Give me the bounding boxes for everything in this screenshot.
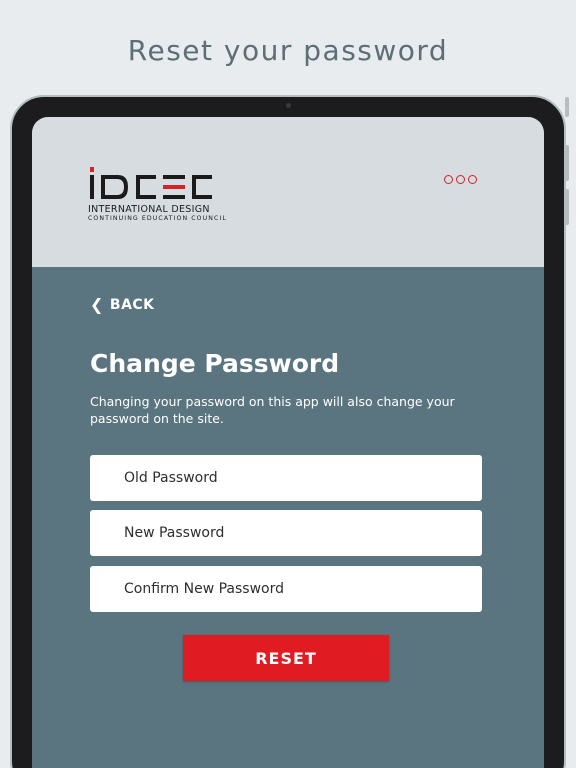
menu-dot bbox=[456, 175, 465, 184]
new-password-field[interactable] bbox=[90, 510, 482, 556]
back-label: BACK bbox=[109, 296, 155, 313]
logo-line-2: CONTINUING EDUCATION COUNCIL bbox=[88, 215, 227, 222]
chevron-left-icon: ❮ bbox=[90, 295, 104, 314]
side-button bbox=[565, 145, 569, 181]
menu-dot bbox=[468, 175, 477, 184]
side-button bbox=[565, 97, 569, 117]
more-dots-icon[interactable] bbox=[444, 175, 477, 184]
menu-dot bbox=[444, 175, 453, 184]
camera-dot bbox=[286, 103, 291, 108]
confirm-password-field[interactable] bbox=[90, 566, 482, 612]
logo-line-1: INTERNATIONAL DESIGN bbox=[88, 204, 210, 215]
page-headline: Reset your password bbox=[127, 34, 449, 67]
app-header: INTERNATIONAL DESIGN CONTINUING EDUCATIO… bbox=[32, 117, 544, 267]
page-title: Change Password bbox=[90, 349, 340, 378]
description-text: Changing your password on this app will … bbox=[90, 394, 455, 426]
app-screen: INTERNATIONAL DESIGN CONTINUING EDUCATIO… bbox=[32, 117, 544, 768]
reset-button[interactable]: RESET bbox=[183, 635, 389, 681]
side-button bbox=[565, 189, 569, 225]
tablet-frame: INTERNATIONAL DESIGN CONTINUING EDUCATIO… bbox=[10, 95, 569, 768]
back-button[interactable]: ❮ BACK bbox=[90, 295, 155, 314]
idcec-logo: INTERNATIONAL DESIGN CONTINUING EDUCATIO… bbox=[88, 167, 236, 222]
idcec-wordmark bbox=[90, 167, 212, 199]
old-password-field[interactable] bbox=[90, 455, 482, 501]
